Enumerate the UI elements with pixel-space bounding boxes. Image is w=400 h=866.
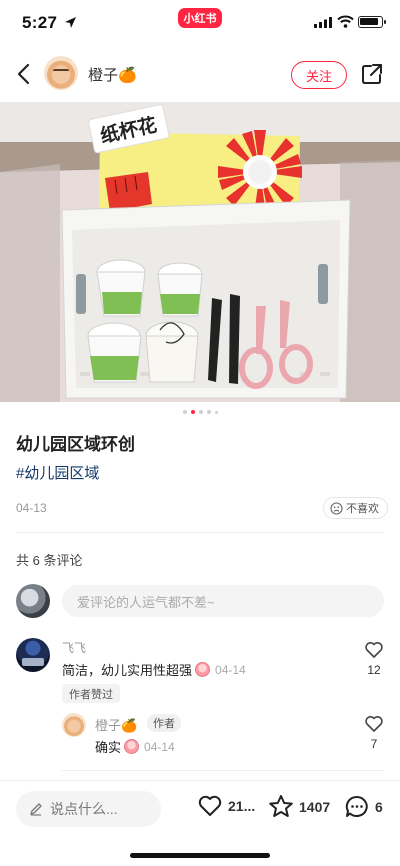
collect-count: 1407 (299, 798, 331, 815)
share-icon[interactable] (361, 63, 383, 85)
dislike-label: 不喜欢 (346, 503, 379, 515)
carousel-dot (182, 410, 187, 414)
like-count: 21... (228, 798, 256, 814)
current-user-avatar (16, 584, 50, 618)
comment-input[interactable]: 爱评论的人运气都不差~ (62, 585, 384, 617)
carousel-dot (214, 410, 218, 414)
comment-like-count: 12 (367, 663, 381, 677)
divider (16, 532, 384, 533)
post-image[interactable]: 1. 2. 3. 纸杯花 (0, 102, 400, 402)
comment-body: 简洁，幼儿实用性超强 (62, 663, 193, 678)
star-icon (269, 795, 293, 817)
emoji-icon (195, 662, 211, 677)
like-button[interactable]: 21... (197, 794, 255, 818)
heart-icon (198, 795, 222, 816)
app-badge: 小红书 (178, 8, 222, 28)
post-title: 幼儿园区域环创 (16, 435, 135, 454)
author-badge: 作者 (147, 714, 181, 732)
reply-user-name[interactable]: 橙子🍊 (95, 715, 137, 734)
status-bar: 5:27 小红书 (0, 0, 400, 46)
emoji-icon (124, 739, 140, 754)
say-something-input[interactable]: 说点什么... (16, 791, 161, 827)
comment-like-icon[interactable] (364, 640, 384, 660)
reply-like-count: 7 (370, 737, 378, 751)
carousel-dot-active (190, 410, 195, 414)
wifi-icon (337, 15, 354, 28)
reply-avatar[interactable] (62, 713, 86, 737)
carousel-dot (206, 410, 211, 414)
location-arrow-icon (65, 17, 76, 28)
commenter-avatar[interactable] (16, 638, 50, 672)
carousel-dot (198, 410, 203, 414)
author-avatar[interactable] (44, 56, 78, 90)
comment-date: 04-14 (215, 662, 246, 677)
author-name[interactable]: 橙子🍊 (88, 64, 137, 85)
post-photo-illustration: 1. 2. 3. 纸杯花 (0, 102, 400, 402)
commenter-name[interactable]: 飞飞 (62, 639, 86, 656)
reply-like-icon[interactable] (364, 714, 384, 734)
follow-button[interactable]: 关注 (291, 61, 347, 89)
back-arrow-icon[interactable] (14, 62, 36, 86)
author-liked-badge: 作者赞过 (62, 684, 120, 703)
carousel-indicator (0, 410, 400, 414)
reply-body: 确实 (95, 740, 122, 755)
comment-count-action: 6 (375, 798, 383, 815)
sad-face-icon (330, 501, 343, 515)
bottom-action-bar: 说点什么... 21... 1407 6 (0, 780, 400, 866)
home-indicator (130, 853, 270, 858)
post-date: 04-13 (16, 501, 47, 515)
reply-date: 04-14 (144, 739, 175, 754)
divider (62, 770, 384, 771)
pencil-icon (30, 803, 42, 816)
battery-icon (358, 16, 386, 28)
post-tag[interactable]: #幼儿园区域 (16, 462, 99, 483)
comment-bubble-icon (345, 795, 368, 817)
say-placeholder: 说点什么... (50, 801, 118, 817)
comment-count: 共 6 条评论 (16, 553, 83, 568)
comment-text[interactable]: 简洁，幼儿实用性超强 04-14 (62, 660, 246, 679)
status-time: 5:27 (22, 13, 58, 32)
signal-icon (314, 17, 332, 28)
post-header: 橙子🍊 关注 (0, 50, 400, 98)
reply-text[interactable]: 确实 04-14 (95, 737, 175, 756)
comment-button[interactable]: 6 (344, 794, 383, 819)
dislike-button[interactable]: 不喜欢 (323, 497, 388, 519)
collect-button[interactable]: 1407 (268, 794, 330, 819)
